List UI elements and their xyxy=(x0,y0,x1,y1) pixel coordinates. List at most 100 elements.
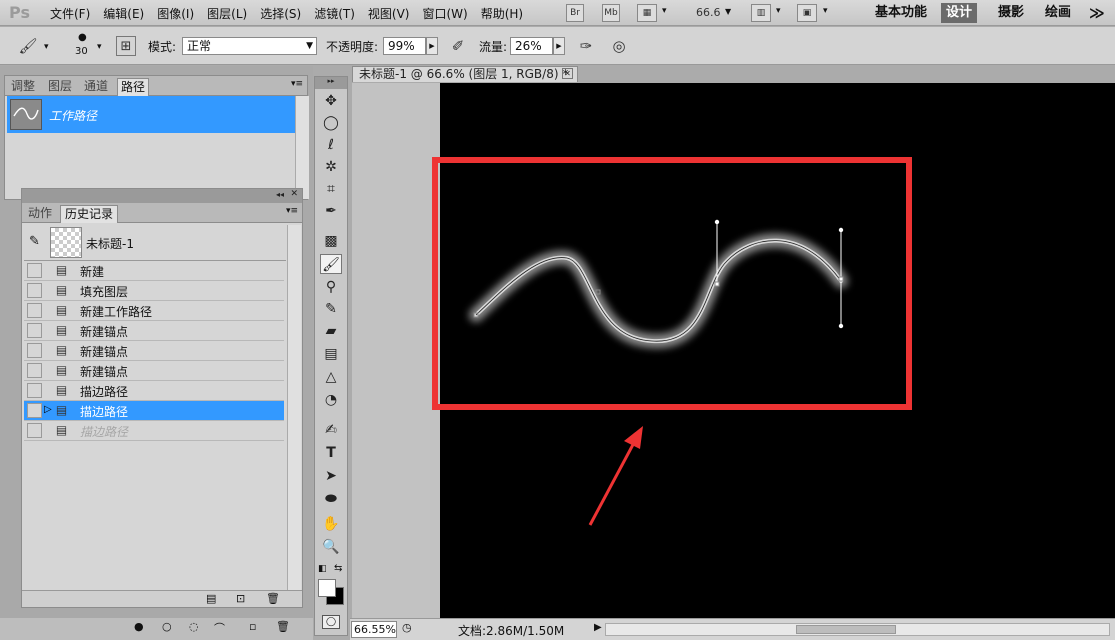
foreground-color-swatch[interactable] xyxy=(318,579,336,597)
collapse-tools-icon[interactable]: ▸▸ xyxy=(315,77,347,89)
menu-select[interactable]: 选择(S) xyxy=(260,5,301,22)
history-state-row[interactable]: ▤ 填充图层 xyxy=(24,281,284,301)
history-source-checkbox[interactable] xyxy=(27,323,42,338)
history-scrollbar[interactable] xyxy=(287,225,301,590)
history-source-checkbox[interactable] xyxy=(27,363,42,378)
delete-state-icon[interactable]: 🗑 xyxy=(266,592,280,605)
menu-image[interactable]: 图像(I) xyxy=(157,5,194,22)
magic-wand-tool-icon[interactable]: ✲ xyxy=(320,157,342,177)
ellipse-tool-icon[interactable]: ⬬ xyxy=(320,489,342,509)
history-state-row[interactable]: ▤ 新建工作路径 xyxy=(24,301,284,321)
tab-actions[interactable]: 动作 xyxy=(25,205,55,223)
history-source-checkbox[interactable] xyxy=(27,423,42,438)
history-brush-tool-icon[interactable]: ✎ xyxy=(320,299,342,319)
tab-layers[interactable]: 图层 xyxy=(45,78,75,96)
flow-slider-button[interactable]: ▶ xyxy=(553,37,565,55)
eraser-tool-icon[interactable]: ▰ xyxy=(320,321,342,341)
quick-mask-icon[interactable]: ◯ xyxy=(322,615,340,629)
history-state-row[interactable]: ▤ 新建锚点 xyxy=(24,361,284,381)
status-info-icon[interactable]: ◷ xyxy=(402,621,412,634)
history-source-checkbox[interactable] xyxy=(27,343,42,358)
menu-filter[interactable]: 滤镜(T) xyxy=(314,5,355,22)
paths-scrollbar[interactable] xyxy=(295,96,309,199)
history-state-row[interactable]: ▤ 描边路径 ▷ xyxy=(24,401,284,421)
history-state-row[interactable]: ▤ 新建 xyxy=(24,261,284,281)
type-tool-icon[interactable]: T xyxy=(320,443,342,463)
menu-layer[interactable]: 图层(L) xyxy=(207,5,247,22)
history-snapshot[interactable]: ✎ 未标题-1 xyxy=(24,225,286,261)
brush-size-value[interactable]: 30 xyxy=(75,44,88,60)
opacity-slider-button[interactable]: ▶ xyxy=(426,37,438,55)
workspace-essentials[interactable]: 基本功能 xyxy=(870,3,932,23)
menu-edit[interactable]: 编辑(E) xyxy=(103,5,144,22)
status-zoom-input[interactable]: 66.55% xyxy=(351,621,397,638)
new-path-icon[interactable]: ▫ xyxy=(249,620,256,633)
bridge-button[interactable]: Br xyxy=(566,4,584,22)
history-source-checkbox[interactable] xyxy=(27,283,42,298)
screen-mode-icon[interactable]: ▣ xyxy=(797,4,817,22)
tab-history[interactable]: 历史记录 xyxy=(60,205,118,223)
default-colors-icon[interactable]: ◧ xyxy=(318,564,327,574)
eyedropper-tool-icon[interactable]: ✒ xyxy=(320,201,342,221)
gradient-tool-icon[interactable]: ▤ xyxy=(320,344,342,364)
dodge-tool-icon[interactable]: ◔ xyxy=(320,390,342,410)
workspace-painting[interactable]: 绘画 xyxy=(1040,3,1076,23)
stroke-path-icon[interactable]: ○ xyxy=(162,620,172,633)
workspace-design[interactable]: 设计 xyxy=(941,3,978,23)
close-document-icon[interactable]: ✕ xyxy=(562,68,573,79)
tab-adjustments[interactable]: 调整 xyxy=(8,78,38,96)
collapse-icon[interactable]: ◂◂ xyxy=(276,190,284,199)
chevron-down-icon[interactable]: ▾ xyxy=(44,42,49,52)
crop-tool-icon[interactable]: ⌗ xyxy=(320,179,342,199)
move-tool-icon[interactable]: ✥ xyxy=(320,91,342,111)
tablet-pressure-size-icon[interactable]: ◎ xyxy=(609,36,629,56)
create-snapshot-icon[interactable]: ⊡ xyxy=(236,592,245,605)
history-state-row[interactable]: ▤ 描边路径 xyxy=(24,421,284,441)
history-state-row[interactable]: ▤ 新建锚点 xyxy=(24,321,284,341)
flow-input[interactable]: 26% xyxy=(510,37,553,55)
brush-tool-preset-icon[interactable]: 🖌 xyxy=(18,36,38,56)
panel-menu-icon[interactable]: ▾≡ xyxy=(291,79,303,89)
chevron-down-icon[interactable]: ▾ xyxy=(662,6,667,16)
history-source-checkbox[interactable] xyxy=(27,403,42,418)
blur-tool-icon[interactable]: △ xyxy=(320,367,342,387)
menu-view[interactable]: 视图(V) xyxy=(368,5,410,22)
history-source-checkbox[interactable] xyxy=(27,303,42,318)
make-work-path-icon[interactable]: ⌒ xyxy=(214,620,225,636)
zoom-level[interactable]: 66.6 xyxy=(696,6,721,19)
menu-file[interactable]: 文件(F) xyxy=(50,5,90,22)
brush-panel-toggle-icon[interactable]: ⊞ xyxy=(116,36,136,56)
tab-channels[interactable]: 通道 xyxy=(81,78,111,96)
document-canvas[interactable] xyxy=(440,83,1115,618)
menu-window[interactable]: 窗口(W) xyxy=(422,5,467,22)
document-tab[interactable]: 未标题-1 @ 66.6% (图层 1, RGB/8) * ✕ xyxy=(352,66,578,82)
horizontal-scroll-thumb[interactable] xyxy=(796,625,896,634)
canvas-area[interactable] xyxy=(352,83,1115,618)
mode-select[interactable]: 正常 ▼ xyxy=(182,37,317,55)
brush-tool-icon[interactable]: 🖌 xyxy=(320,254,342,274)
history-state-row[interactable]: ▤ 新建锚点 xyxy=(24,341,284,361)
zoom-caret-icon[interactable]: ▼ xyxy=(725,7,731,16)
chevron-down-icon[interactable]: ▾ xyxy=(97,42,102,52)
history-source-checkbox[interactable] xyxy=(27,263,42,278)
healing-brush-tool-icon[interactable]: ▩ xyxy=(320,231,342,251)
history-source-checkbox[interactable] xyxy=(27,383,42,398)
path-selection-tool-icon[interactable]: ➤ xyxy=(320,466,342,486)
fill-path-icon[interactable]: ● xyxy=(134,620,144,633)
load-selection-icon[interactable]: ◌ xyxy=(189,620,199,633)
workspace-photography[interactable]: 摄影 xyxy=(993,3,1029,23)
history-panel-header[interactable]: ◂◂ ✕ xyxy=(22,189,302,203)
zoom-tool-icon[interactable]: 🔍 xyxy=(320,537,342,557)
horizontal-scrollbar[interactable] xyxy=(605,623,1110,636)
clone-stamp-tool-icon[interactable]: ⚲ xyxy=(320,277,342,297)
status-menu-arrow[interactable]: ▶ xyxy=(594,622,602,633)
tablet-pressure-opacity-icon[interactable]: ✐ xyxy=(448,36,468,56)
tab-paths[interactable]: 路径 xyxy=(117,78,149,96)
panel-menu-icon[interactable]: ▾≡ xyxy=(286,206,298,216)
marquee-tool-icon[interactable]: ◯ xyxy=(320,113,342,133)
close-icon[interactable]: ✕ xyxy=(290,189,298,199)
lasso-tool-icon[interactable]: ℓ xyxy=(320,135,342,155)
history-brush-icon[interactable]: ✎ xyxy=(29,234,40,249)
pen-tool-icon[interactable]: ✍ xyxy=(320,420,342,440)
arrange-icon[interactable]: ▥ xyxy=(751,4,771,22)
